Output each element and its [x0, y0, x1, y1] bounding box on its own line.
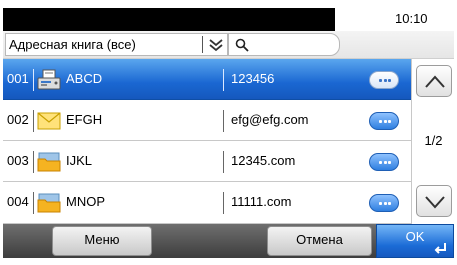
address-row-001[interactable]: 001 ABCD 123456	[3, 59, 411, 100]
search-input[interactable]	[228, 33, 340, 56]
row-divider	[33, 110, 34, 132]
address-row-004[interactable]: 004 MNOP 11111.com	[3, 182, 411, 224]
row-divider	[223, 151, 224, 173]
row-number: 002	[7, 112, 29, 127]
details-button[interactable]	[369, 112, 399, 130]
row-name: MNOP	[66, 194, 105, 209]
row-name: IJKL	[66, 153, 93, 168]
row-address: 123456	[231, 71, 275, 86]
chevron-down-icon	[425, 196, 445, 209]
fax-icon	[37, 69, 61, 90]
clock-time: 10:10	[395, 11, 428, 26]
ok-button-label: OK	[405, 229, 425, 244]
status-bar	[3, 8, 335, 31]
address-book-dropdown-label: Адресная книга (все)	[9, 37, 136, 52]
cancel-button[interactable]: Отмена	[267, 226, 372, 256]
row-divider	[33, 69, 34, 91]
folder-icon	[37, 193, 61, 213]
search-icon	[235, 38, 249, 52]
details-button[interactable]	[369, 194, 399, 212]
row-divider	[33, 192, 34, 214]
enter-arrow-icon	[434, 243, 446, 254]
ok-button[interactable]: OK	[376, 224, 454, 258]
row-name: ABCD	[66, 71, 103, 86]
address-row-002[interactable]: 002 EFGH efg@efg.com	[3, 100, 411, 141]
row-divider	[33, 151, 34, 173]
row-name: EFGH	[66, 112, 103, 127]
address-book-screen: 10:10 Адресная книга (все) 001 ABCD 1234…	[3, 8, 454, 258]
row-number: 004	[7, 194, 29, 209]
address-book-dropdown[interactable]: Адресная книга (все)	[5, 33, 228, 56]
details-button[interactable]	[369, 153, 399, 171]
row-address: efg@efg.com	[231, 112, 309, 127]
row-number: 003	[7, 153, 29, 168]
email-envelope-icon	[37, 112, 61, 130]
row-address: 12345.com	[231, 153, 296, 168]
page-indicator: 1/2	[424, 133, 443, 148]
row-divider	[223, 110, 224, 132]
dropdown-divider	[202, 36, 203, 53]
bottom-toolbar: Меню Отмена OK	[3, 224, 454, 258]
address-row-003[interactable]: 003 IJKL 12345.com	[3, 141, 411, 182]
folder-icon	[37, 152, 61, 172]
row-divider	[223, 192, 224, 214]
row-divider	[223, 69, 224, 91]
row-number: 001	[7, 71, 29, 86]
scroll-down-button[interactable]	[416, 185, 452, 217]
chevron-double-down-icon	[209, 39, 223, 52]
chevron-up-icon	[425, 75, 445, 88]
scroll-panel: 1/2	[411, 59, 454, 224]
scroll-up-button[interactable]	[416, 65, 452, 97]
details-button[interactable]	[369, 71, 399, 89]
row-address: 11111.com	[231, 194, 292, 209]
menu-button[interactable]: Меню	[52, 226, 152, 256]
